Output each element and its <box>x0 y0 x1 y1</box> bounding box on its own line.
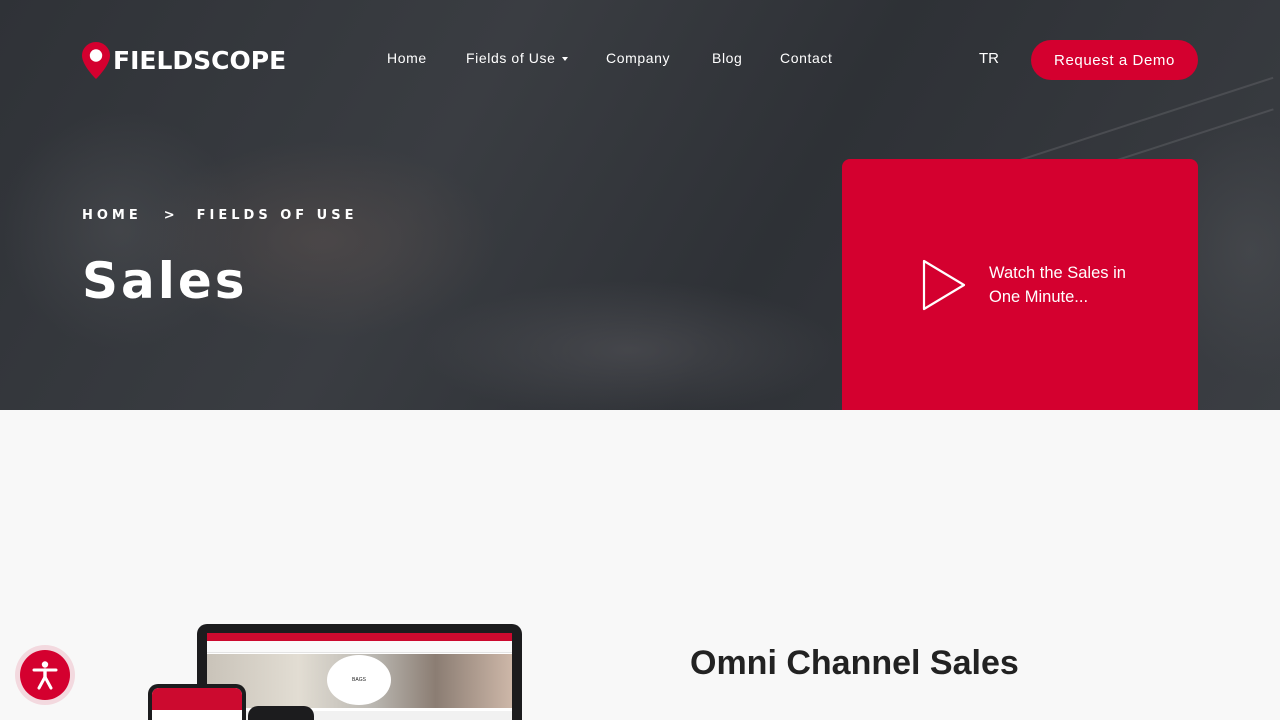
nav-contact[interactable]: Contact <box>780 50 832 66</box>
section-title: Omni Channel Sales <box>690 644 1019 682</box>
caret-down-icon <box>561 57 568 62</box>
nav-company[interactable]: Company <box>606 50 670 66</box>
hero-background-shape <box>140 140 500 340</box>
logo[interactable]: FIELDSCOPE <box>82 41 286 79</box>
location-pin-icon <box>82 41 110 79</box>
video-card[interactable]: Watch the Sales in One Minute... <box>842 159 1198 410</box>
logo-text: FIELDSCOPE <box>113 45 287 75</box>
nav-fields-of-use[interactable]: Fields of Use <box>466 50 568 66</box>
play-icon[interactable] <box>922 259 966 311</box>
phone-mockup <box>148 684 246 720</box>
nav-fields-of-use-label: Fields of Use <box>466 50 556 66</box>
accessibility-icon <box>32 661 58 690</box>
accessibility-button[interactable] <box>20 650 70 700</box>
hero-background-shape <box>420 280 840 410</box>
breadcrumb: HOME > FIELDS OF USE <box>82 208 357 223</box>
phone-screen <box>152 688 242 720</box>
phone-mockup-secondary <box>248 706 314 720</box>
page-title: Sales <box>82 252 248 310</box>
nav-blog[interactable]: Blog <box>712 50 742 66</box>
breadcrumb-current[interactable]: FIELDS OF USE <box>197 208 358 223</box>
breadcrumb-separator: > <box>163 208 175 223</box>
language-switch[interactable]: TR <box>979 50 999 67</box>
mockup-banner-circle: BAGS <box>327 655 391 705</box>
nav-home[interactable]: Home <box>387 50 427 66</box>
breadcrumb-home[interactable]: HOME <box>82 208 142 223</box>
mockup-header-bar <box>207 633 512 641</box>
phone-header-bar <box>152 688 242 710</box>
mockup-nav <box>207 641 512 653</box>
request-demo-button[interactable]: Request a Demo <box>1031 40 1198 80</box>
video-card-text[interactable]: Watch the Sales in One Minute... <box>989 261 1159 309</box>
